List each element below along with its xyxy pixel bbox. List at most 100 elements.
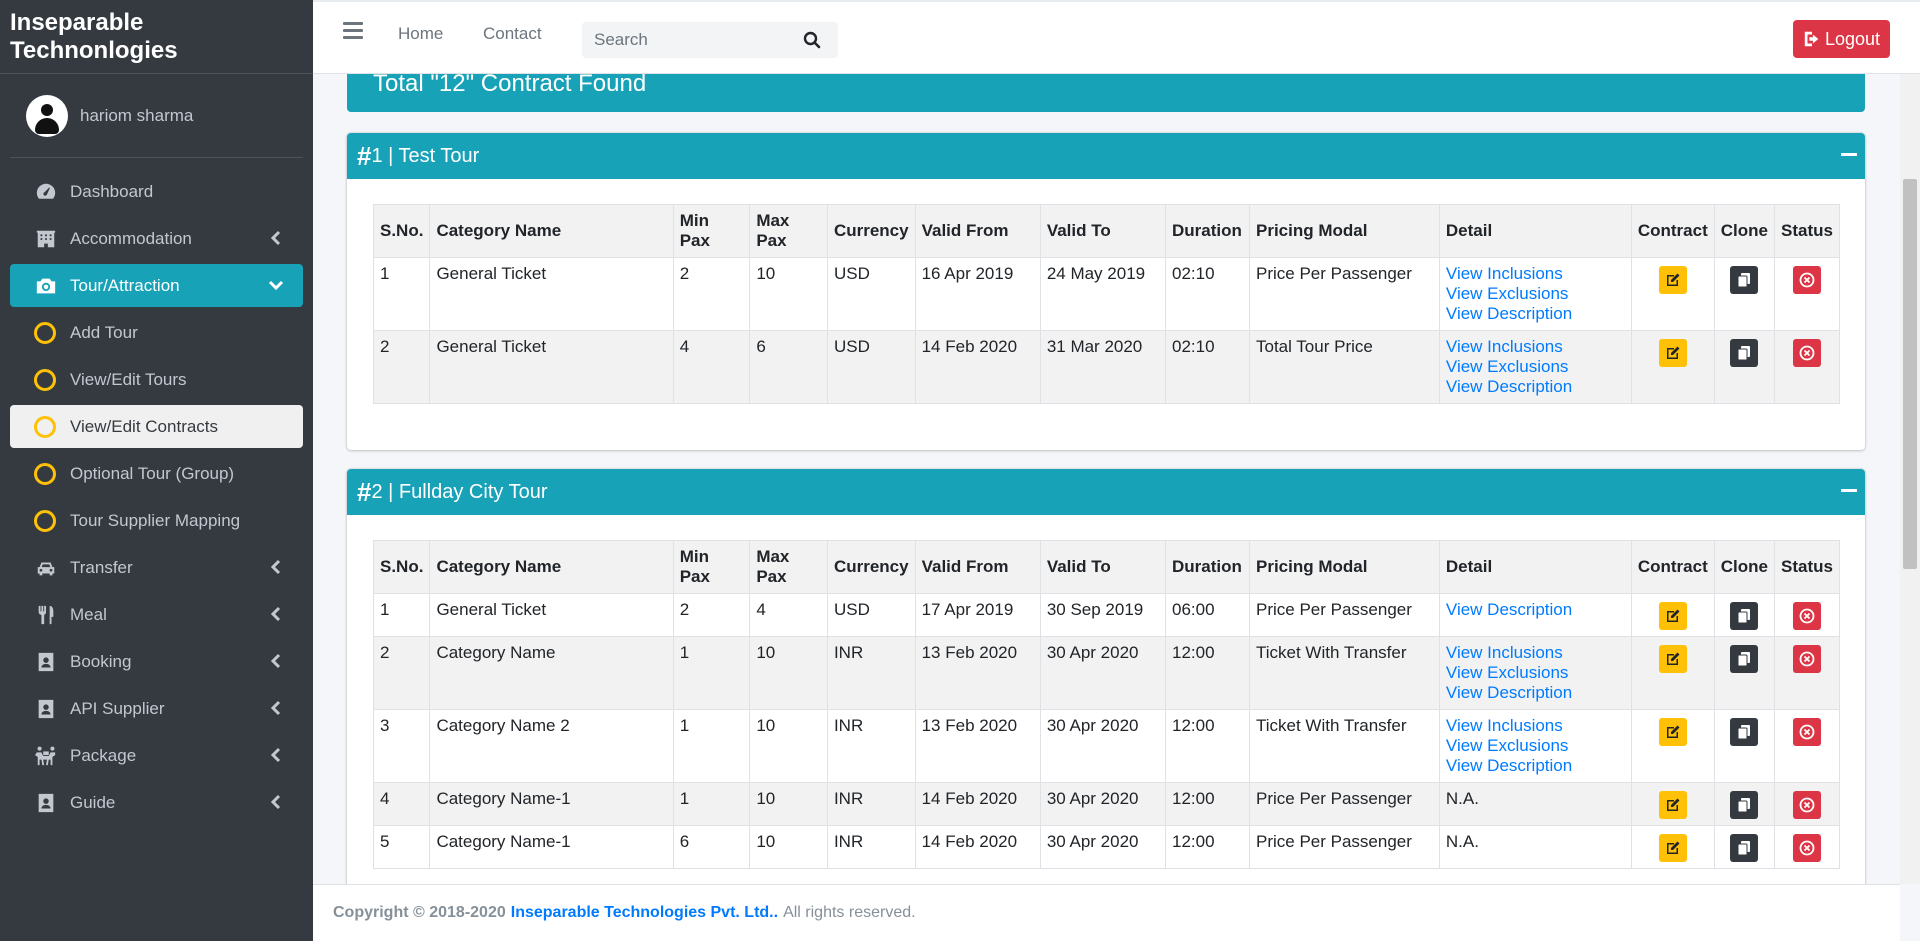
view-description-link[interactable]: View Description: [1446, 600, 1625, 620]
collapse-minus-icon[interactable]: [1841, 153, 1857, 156]
search-icon[interactable]: [792, 22, 832, 58]
cell-clone: [1713, 257, 1775, 331]
edit-contract-button[interactable]: [1658, 791, 1687, 819]
cell-status: [1773, 257, 1841, 331]
cell-pricing: Price Per Passenger: [1248, 593, 1440, 637]
summary-text: Total "12" Contract Found: [373, 74, 647, 97]
clone-button[interactable]: [1730, 339, 1759, 367]
cell-valid-to: 24 May 2019: [1039, 257, 1167, 331]
status-toggle-button[interactable]: [1792, 834, 1821, 862]
status-toggle-button[interactable]: [1792, 645, 1821, 673]
sidebar-item-booking[interactable]: Booking: [10, 640, 303, 683]
cell-duration: 12:00: [1165, 782, 1250, 826]
status-toggle-button[interactable]: [1792, 266, 1821, 294]
cell-valid-to: 30 Sep 2019: [1039, 593, 1167, 637]
footer-company-link[interactable]: Inseparable Technologies Pvt. Ltd..: [511, 904, 778, 922]
cell-currency: INR: [826, 782, 916, 826]
view-description-link[interactable]: View Description: [1446, 304, 1625, 324]
sidebar-item-api-supplier[interactable]: API Supplier: [10, 687, 303, 730]
chevron-down-icon: [267, 276, 285, 294]
sidebar-item-accommodation[interactable]: Accommodation: [10, 217, 303, 260]
nav-link-home[interactable]: Home: [398, 24, 443, 44]
clone-button[interactable]: [1730, 266, 1759, 294]
clone-button[interactable]: [1730, 645, 1759, 673]
edit-contract-button[interactable]: [1658, 834, 1687, 862]
chevron-left-icon: [267, 699, 285, 717]
view-inclusions-link[interactable]: View Inclusions: [1446, 337, 1625, 357]
nav-link-contact[interactable]: Contact: [483, 24, 542, 44]
status-toggle-button[interactable]: [1792, 791, 1821, 819]
status-toggle-button[interactable]: [1792, 718, 1821, 746]
cell-sno: 4: [372, 782, 431, 826]
view-exclusions-link[interactable]: View Exclusions: [1446, 357, 1625, 377]
sidebar-item-dashboard[interactable]: Dashboard: [10, 170, 303, 213]
cell-max-pax: 4: [749, 593, 828, 637]
collapse-minus-icon[interactable]: [1841, 489, 1857, 492]
scrollbar-thumb[interactable]: [1903, 179, 1917, 569]
times-circle-icon: [1799, 272, 1815, 288]
user-panel: hariom sharma: [10, 74, 303, 158]
clone-button[interactable]: [1730, 602, 1759, 630]
sidebar-item-add-tour[interactable]: Add Tour: [10, 311, 303, 354]
user-name[interactable]: hariom sharma: [80, 106, 193, 126]
edit-contract-button[interactable]: [1658, 602, 1687, 630]
view-inclusions-link[interactable]: View Inclusions: [1446, 716, 1625, 736]
cell-currency: INR: [826, 825, 916, 869]
contracts-table: S.No. Category Name Min Pax Max Pax Curr…: [372, 540, 1841, 869]
times-circle-icon: [1799, 724, 1815, 740]
sidebar-item-meal[interactable]: Meal: [10, 593, 303, 636]
cell-detail: N.A.: [1438, 825, 1632, 869]
sidebar-item-view-edit-tours[interactable]: View/Edit Tours: [10, 358, 303, 401]
view-inclusions-link[interactable]: View Inclusions: [1446, 643, 1625, 663]
col-detail: Detail: [1438, 540, 1632, 594]
clone-button[interactable]: [1730, 718, 1759, 746]
copy-icon: [1737, 841, 1751, 856]
search-box: [582, 22, 838, 58]
edit-contract-button[interactable]: [1658, 266, 1687, 294]
col-min-pax: Min Pax: [672, 540, 751, 594]
cell-clone: [1713, 593, 1775, 637]
sidebar-item-transfer[interactable]: Transfer: [10, 546, 303, 589]
sidebar-item-package[interactable]: Package: [10, 734, 303, 777]
vertical-scrollbar[interactable]: [1900, 74, 1920, 884]
contracts-table: S.No. Category Name Min Pax Max Pax Curr…: [372, 204, 1841, 404]
col-category-name: Category Name: [429, 540, 674, 594]
view-description-link[interactable]: View Description: [1446, 683, 1625, 703]
cell-status: [1773, 330, 1841, 404]
edit-contract-button[interactable]: [1658, 645, 1687, 673]
view-exclusions-link[interactable]: View Exclusions: [1446, 284, 1625, 304]
sidebar-item-tour-attraction[interactable]: Tour/Attraction: [10, 264, 303, 307]
chevron-left-icon: [267, 558, 285, 576]
times-circle-icon: [1799, 608, 1815, 624]
chevron-left-icon: [267, 746, 285, 764]
clone-button[interactable]: [1730, 791, 1759, 819]
cell-category: General Ticket: [429, 330, 674, 404]
cell-currency: USD: [826, 593, 916, 637]
sidebar-item-tour-supplier-mapping[interactable]: Tour Supplier Mapping: [10, 499, 303, 542]
brand-logo[interactable]: Inseparable Technonlogies: [0, 0, 313, 74]
status-toggle-button[interactable]: [1792, 339, 1821, 367]
view-exclusions-link[interactable]: View Exclusions: [1446, 736, 1625, 756]
hamburger-menu-icon[interactable]: [343, 22, 363, 42]
edit-contract-button[interactable]: [1658, 718, 1687, 746]
view-inclusions-link[interactable]: View Inclusions: [1446, 264, 1625, 284]
sidebar-item-guide[interactable]: Guide: [10, 781, 303, 824]
logout-button[interactable]: Logout: [1792, 20, 1890, 58]
circle-icon: [34, 321, 56, 344]
building-icon: [34, 228, 58, 250]
search-input[interactable]: [582, 29, 792, 51]
view-description-link[interactable]: View Description: [1446, 756, 1625, 776]
status-toggle-button[interactable]: [1792, 602, 1821, 630]
view-exclusions-link[interactable]: View Exclusions: [1446, 663, 1625, 683]
table-row: 2 Category Name 1 10 INR 13 Feb 2020 30 …: [372, 636, 1841, 710]
sidebar-item-view-edit-contracts[interactable]: View/Edit Contracts: [10, 405, 303, 448]
sidebar-item-optional-tour-group[interactable]: Optional Tour (Group): [10, 452, 303, 495]
camera-icon: [34, 275, 58, 297]
cell-max-pax: 10: [749, 825, 828, 869]
cell-valid-from: 14 Feb 2020: [914, 330, 1041, 404]
edit-contract-button[interactable]: [1658, 339, 1687, 367]
view-description-link[interactable]: View Description: [1446, 377, 1625, 397]
clone-button[interactable]: [1730, 834, 1759, 862]
cell-duration: 12:00: [1165, 825, 1250, 869]
cell-max-pax: 10: [749, 709, 828, 783]
